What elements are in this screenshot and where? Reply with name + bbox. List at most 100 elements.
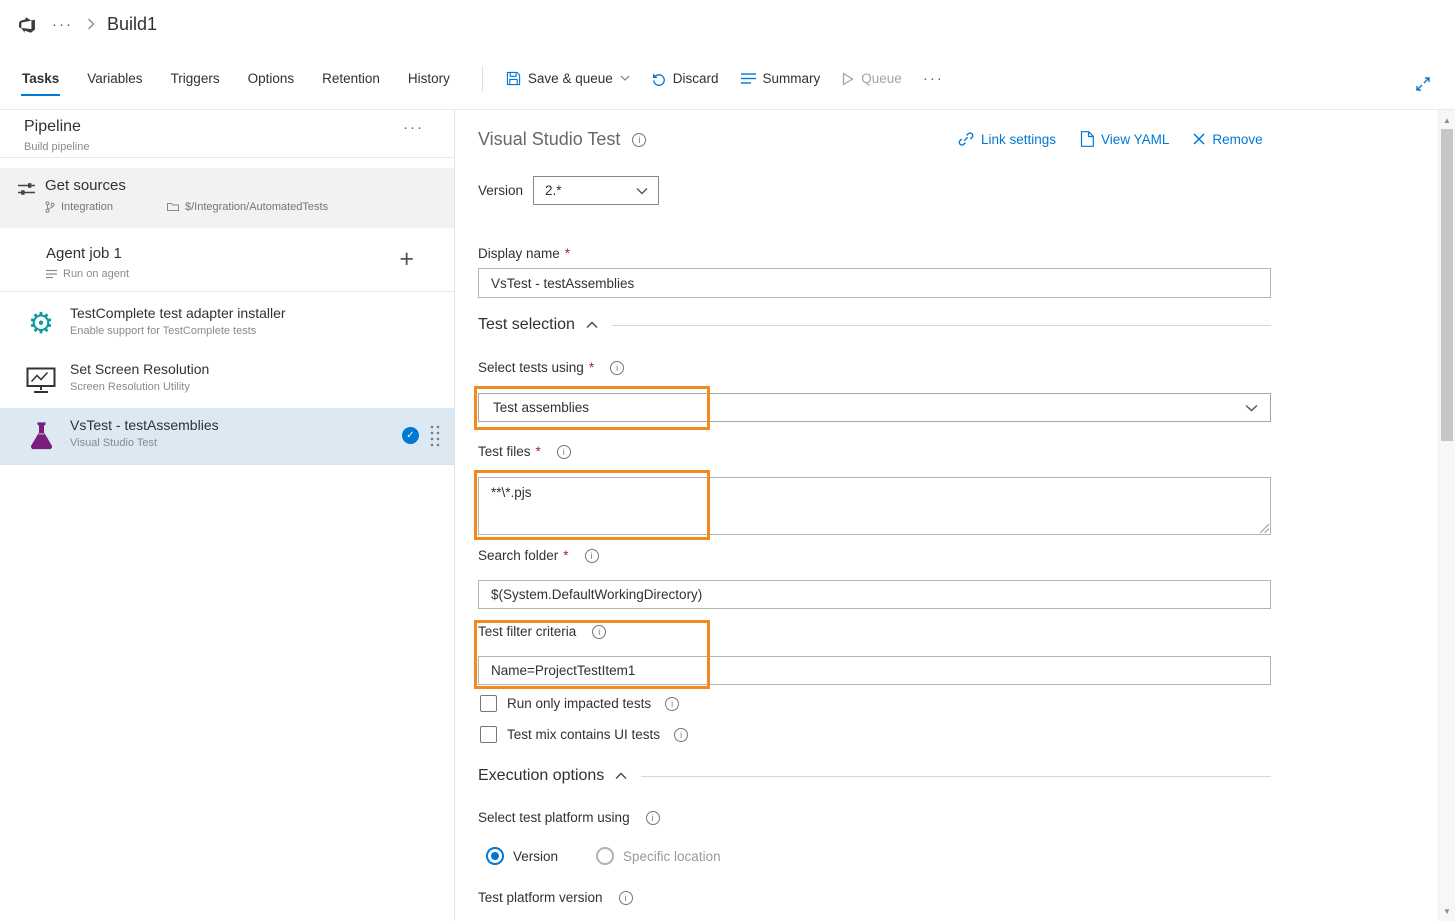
test-platform-radio-group: Version Specific location [486, 847, 721, 865]
test-selection-section-header[interactable]: Test selection [478, 316, 1271, 334]
breadcrumb-more-button[interactable]: ··· [52, 16, 73, 33]
test-files-textarea[interactable]: **\*.pjs [478, 477, 1271, 535]
get-sources-icon [18, 182, 35, 196]
search-folder-input[interactable] [478, 580, 1271, 609]
scrollbar-down-arrow[interactable]: ▼ [1439, 903, 1455, 919]
resize-grip-icon[interactable] [1260, 524, 1269, 533]
select-tests-using-dropdown[interactable]: Test assemblies [478, 393, 1271, 422]
drag-handle[interactable] [429, 424, 440, 448]
save-icon [506, 71, 521, 86]
required-asterisk: * [536, 444, 541, 459]
get-sources-item[interactable]: Get sources Integration $/Integration/Au… [0, 168, 454, 228]
radio-version-label: Version [513, 849, 558, 864]
tab-triggers[interactable]: Triggers [157, 48, 234, 109]
task-subtitle: Enable support for TestComplete tests [70, 325, 256, 337]
pipeline-more-button[interactable]: ··· [403, 119, 424, 136]
display-name-label: Display name [478, 246, 560, 261]
task-header-actions: Link settings View YAML Remove [958, 131, 1263, 147]
radio-selected-icon [486, 847, 504, 865]
view-yaml-button[interactable]: View YAML [1080, 131, 1169, 147]
info-icon[interactable]: i [557, 445, 571, 459]
run-only-impacted-checkbox[interactable] [480, 695, 497, 712]
required-asterisk: * [565, 246, 570, 261]
task-row-set-screen-resolution[interactable]: Set Screen Resolution Screen Resolution … [0, 352, 454, 408]
agent-job-title: Agent job 1 [46, 245, 122, 262]
add-task-button[interactable]: + [399, 247, 414, 272]
search-folder-label: Search folder [478, 548, 558, 563]
chevron-right-icon [87, 18, 95, 30]
section-divider [641, 776, 1271, 777]
test-filter-criteria-label: Test filter criteria [478, 624, 576, 639]
discard-button[interactable]: Discard [641, 65, 730, 92]
test-mix-ui-checkbox[interactable] [480, 726, 497, 743]
task-subtitle: Visual Studio Test [70, 437, 157, 449]
agent-job-subtitle: Run on agent [46, 268, 129, 280]
save-and-queue-button[interactable]: Save & queue [495, 65, 641, 92]
summary-list-icon [741, 72, 756, 85]
version-select[interactable]: 2.* [533, 176, 659, 205]
version-label: Version [478, 183, 523, 198]
select-test-platform-label: Select test platform using [478, 810, 630, 825]
fullscreen-icon[interactable] [1415, 76, 1431, 92]
agent-job-item[interactable]: Agent job 1 Run on agent + [0, 238, 454, 292]
task-title: Set Screen Resolution [70, 361, 209, 377]
info-icon[interactable]: i [592, 625, 606, 639]
info-icon[interactable]: i [674, 728, 688, 742]
scrollbar-up-arrow[interactable]: ▲ [1439, 112, 1455, 128]
test-mix-ui-label: Test mix contains UI tests [507, 727, 660, 742]
task-row-testcomplete-installer[interactable]: ⚙ TestComplete test adapter installer En… [0, 296, 454, 352]
view-yaml-label: View YAML [1101, 132, 1169, 147]
task-title: TestComplete test adapter installer [70, 305, 286, 321]
test-selection-heading: Test selection [478, 316, 575, 334]
info-icon[interactable]: i [632, 133, 646, 147]
summary-button[interactable]: Summary [730, 65, 832, 92]
pipeline-title: Pipeline [24, 118, 81, 136]
link-icon [958, 131, 974, 147]
azure-devops-logo-icon[interactable] [19, 16, 36, 33]
testcomplete-gear-icon: ⚙ [24, 307, 58, 341]
task-subtitle: Screen Resolution Utility [70, 381, 190, 393]
tab-retention[interactable]: Retention [308, 48, 394, 109]
tab-history[interactable]: History [394, 48, 464, 109]
display-name-input[interactable] [478, 268, 1271, 298]
chevron-down-icon [1245, 404, 1258, 412]
test-filter-criteria-input[interactable] [478, 656, 1271, 685]
task-settings-title: Visual Studio Test [478, 129, 620, 150]
radio-specific-location[interactable]: Specific location [596, 847, 721, 865]
tab-variables[interactable]: Variables [73, 48, 156, 109]
info-icon[interactable]: i [610, 361, 624, 375]
tab-tasks[interactable]: Tasks [8, 48, 73, 109]
source-path: $/Integration/AutomatedTests [185, 201, 328, 213]
task-settings-panel: Visual Studio Test i Link settings View … [456, 110, 1455, 921]
queue-button[interactable]: Queue [831, 65, 913, 92]
document-icon [1080, 131, 1094, 147]
info-icon[interactable]: i [646, 811, 660, 825]
tab-bar: Tasks Variables Triggers Options Retenti… [0, 48, 1455, 110]
task-title: VsTest - testAssemblies [70, 417, 219, 433]
vertical-scrollbar[interactable]: ▲ ▼ [1438, 110, 1455, 921]
toolbar-divider [482, 66, 483, 92]
info-icon[interactable]: i [619, 891, 633, 905]
tab-options-label: Options [248, 71, 295, 86]
task-row-vstest[interactable]: VsTest - testAssemblies Visual Studio Te… [0, 408, 454, 464]
tab-options[interactable]: Options [234, 48, 309, 109]
pipeline-subtitle: Build pipeline [24, 141, 89, 153]
info-icon[interactable]: i [585, 549, 599, 563]
chevron-down-icon [620, 75, 630, 82]
link-settings-label: Link settings [981, 132, 1056, 147]
execution-options-section-header[interactable]: Execution options [478, 767, 1271, 785]
tab-history-label: History [408, 71, 450, 86]
link-settings-button[interactable]: Link settings [958, 131, 1056, 147]
required-asterisk: * [589, 360, 594, 375]
radio-version[interactable]: Version [486, 847, 558, 865]
remove-task-button[interactable]: Remove [1193, 132, 1262, 147]
test-platform-version-label: Test platform version [478, 890, 603, 905]
toolbar-more-button[interactable]: ··· [913, 64, 954, 93]
task-enabled-check-icon[interactable]: ✓ [402, 427, 419, 444]
remove-label: Remove [1212, 132, 1262, 147]
scrollbar-thumb[interactable] [1441, 129, 1453, 441]
chevron-up-icon [586, 321, 598, 329]
radio-unselected-icon [596, 847, 614, 865]
info-icon[interactable]: i [665, 697, 679, 711]
tab-variables-label: Variables [87, 71, 142, 86]
